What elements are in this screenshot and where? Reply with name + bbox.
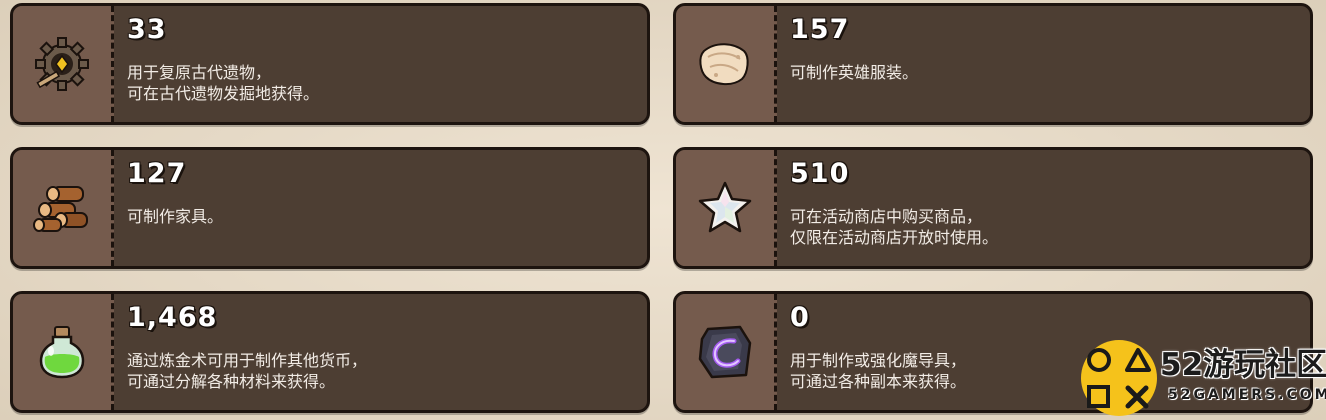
currency-amount: 33 — [127, 14, 167, 45]
currency-description: 用于制作或强化魔导具， 可通过各种副本来获得。 — [790, 350, 966, 392]
description-line: 可通过各种副本来获得。 — [790, 372, 967, 391]
description-line: 可制作英雄服装。 — [790, 63, 919, 82]
green-potion-icon — [39, 326, 85, 379]
currency-card-alchemy[interactable]: 1,468 通过炼金术可用于制作其他货币， 可通过分解各种材料来获得。 — [10, 291, 650, 413]
currency-amount: 0 — [790, 302, 810, 333]
currency-description: 用于复原古代遗物， 可在古代遗物发掘地获得。 — [127, 62, 319, 104]
description-line: 用于复原古代遗物， — [127, 63, 272, 82]
crystal-star-icon — [698, 181, 752, 233]
currency-amount: 157 — [790, 14, 850, 45]
description-line: 可通过分解各种材料来获得。 — [127, 372, 336, 391]
gamers-logo-icon — [1081, 340, 1157, 416]
currency-icon-frame — [13, 150, 114, 266]
currency-icon-frame — [13, 294, 114, 410]
description-line: 仅限在活动商店开放时使用。 — [790, 228, 999, 247]
watermark-title: 52游玩社区 — [1160, 347, 1326, 383]
currency-description: 可制作英雄服装。 — [790, 62, 918, 83]
currency-description: 可在活动商店中购买商品， 仅限在活动商店开放时使用。 — [790, 206, 998, 248]
currency-icon-frame — [13, 6, 114, 122]
currency-description: 通过炼金术可用于制作其他货币， 可通过分解各种材料来获得。 — [127, 350, 367, 392]
currency-card-relic[interactable]: 33 用于复原古代遗物， 可在古代遗物发掘地获得。 — [10, 3, 650, 125]
currency-icon-frame — [676, 150, 777, 266]
wood-logs-icon — [33, 186, 88, 232]
currency-amount: 510 — [790, 158, 850, 189]
currency-card-cloth[interactable]: 157 可制作英雄服装。 — [673, 3, 1313, 125]
currency-icon-frame — [676, 6, 777, 122]
currency-amount: 1,468 — [127, 302, 218, 333]
currency-description: 可制作家具。 — [127, 206, 223, 227]
cloth-scroll-icon — [699, 43, 749, 85]
magic-stone-icon — [698, 325, 752, 379]
description-line: 用于制作或强化魔导具， — [790, 351, 967, 370]
currency-card-wood[interactable]: 127 可制作家具。 — [10, 147, 650, 269]
watermark-subtitle: 52GAMERS.COM — [1168, 387, 1326, 403]
description-line: 可在古代遗物发掘地获得。 — [127, 84, 320, 103]
description-line: 可制作家具。 — [127, 207, 224, 226]
description-line: 可在活动商店中购买商品， — [790, 207, 983, 226]
currency-card-event[interactable]: 510 可在活动商店中购买商品， 仅限在活动商店开放时使用。 — [673, 147, 1313, 269]
relic-gear-icon — [35, 37, 89, 91]
currency-amount: 127 — [127, 158, 187, 189]
currency-icon-frame — [676, 294, 777, 410]
site-watermark: 52游玩社区 52GAMERS.COM — [1076, 335, 1326, 420]
description-line: 通过炼金术可用于制作其他货币， — [127, 351, 368, 370]
